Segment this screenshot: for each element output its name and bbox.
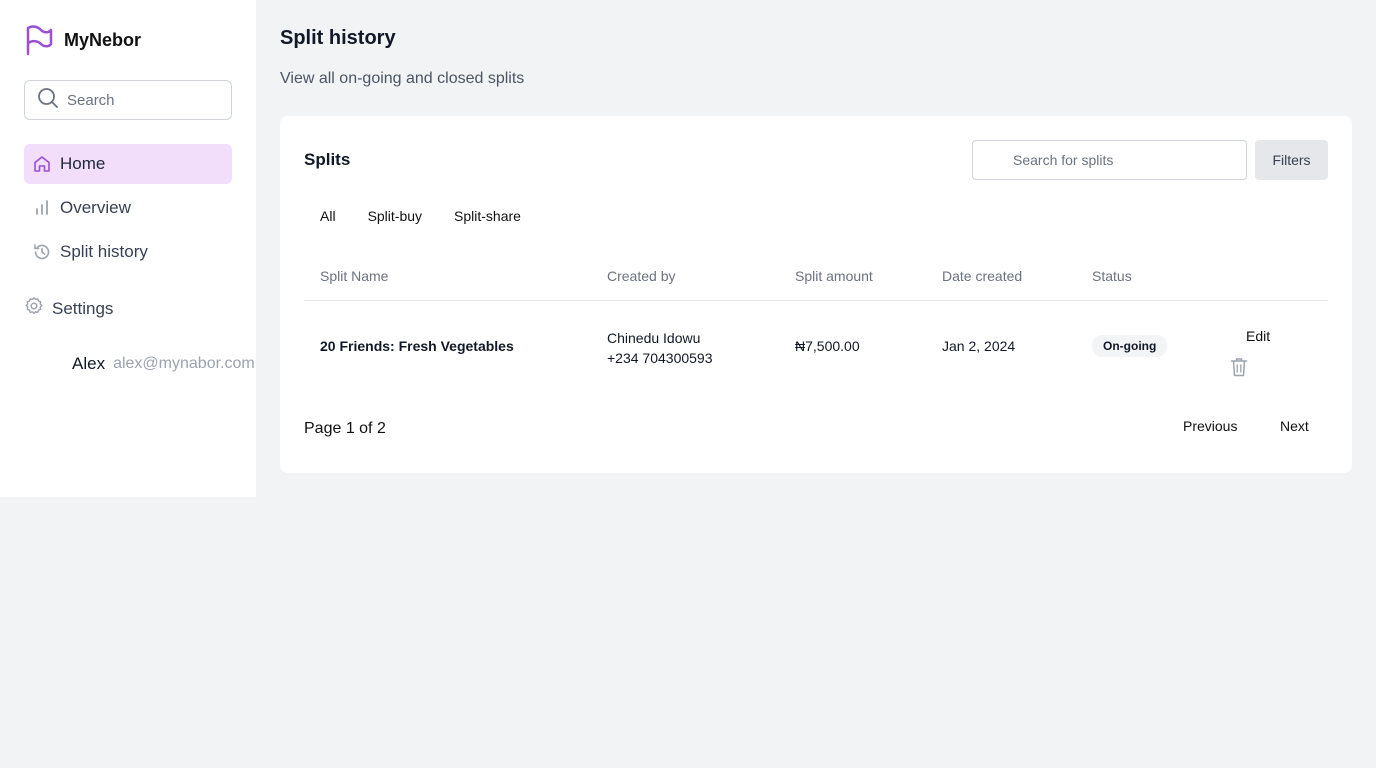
split-amount-cell: ₦7,500.00	[795, 338, 860, 354]
tab-all[interactable]: All	[304, 205, 352, 227]
gear-icon	[24, 296, 44, 321]
sidebar: MyNebor Home	[0, 0, 256, 497]
split-type-tabs: All Split-buy Split-share	[304, 205, 537, 227]
card-title: Splits	[304, 150, 351, 169]
table-header: Split Name Created by Split amount Date …	[304, 266, 1328, 301]
previous-page-button[interactable]: Previous	[1183, 418, 1237, 434]
column-header-split-amount[interactable]: Split amount	[795, 268, 873, 284]
created-by-cell: Chinedu Idowu +234 704300593	[607, 328, 713, 368]
creator-name: Chinedu Idowu	[607, 330, 701, 346]
sidebar-item-home[interactable]: Home	[24, 144, 232, 184]
pagination-status: Page 1 of 2	[304, 420, 386, 437]
sidebar-item-settings[interactable]: Settings	[24, 296, 113, 321]
next-page-button[interactable]: Next	[1280, 418, 1309, 434]
status-badge: On-going	[1092, 335, 1168, 357]
column-header-created-by[interactable]: Created by	[607, 268, 675, 284]
home-icon	[32, 154, 52, 174]
split-name-cell: 20 Friends: Fresh Vegetables	[320, 338, 514, 354]
filters-button[interactable]: Filters	[1255, 140, 1328, 180]
page-subtitle: View all on-going and closed splits	[280, 70, 525, 87]
splits-search[interactable]	[972, 140, 1247, 180]
trash-icon[interactable]	[1230, 357, 1248, 382]
search-icon	[37, 87, 59, 114]
sidebar-search[interactable]	[24, 80, 232, 120]
splits-search-input[interactable]	[1013, 152, 1233, 168]
splits-card: Splits Filters All Split-buy Split-share…	[280, 116, 1352, 473]
sidebar-item-split-history[interactable]: Split history	[24, 232, 232, 272]
sidebar-item-overview[interactable]: Overview	[24, 188, 232, 228]
edit-button[interactable]: Edit	[1246, 328, 1270, 344]
brand-name: MyNebor	[64, 29, 142, 50]
bar-chart-icon	[32, 198, 52, 218]
sidebar-item-label: Overview	[60, 198, 131, 217]
sidebar-nav: Home Overview Split history	[24, 144, 232, 276]
table-row[interactable]: 20 Friends: Fresh Vegetables Chinedu Ido…	[304, 301, 1328, 393]
user-email: alex@mynabor.com	[113, 355, 255, 372]
user-name: Alex	[72, 354, 106, 373]
column-header-date-created[interactable]: Date created	[942, 268, 1022, 284]
date-created-cell: Jan 2, 2024	[942, 338, 1016, 354]
creator-phone: +234 704300593	[607, 350, 713, 366]
sidebar-item-label: Home	[60, 154, 106, 173]
tab-split-buy[interactable]: Split-buy	[352, 205, 438, 227]
settings-label: Settings	[52, 298, 114, 318]
tab-split-share[interactable]: Split-share	[438, 205, 537, 227]
page-title: Split history	[280, 27, 396, 49]
user-profile[interactable]: Alex alex@mynabor.com	[72, 354, 255, 374]
brand[interactable]: MyNebor	[24, 24, 141, 56]
history-icon	[32, 242, 52, 262]
column-header-split-name[interactable]: Split Name	[320, 268, 388, 284]
column-header-status[interactable]: Status	[1092, 268, 1132, 284]
flag-logo-icon	[24, 24, 54, 56]
sidebar-item-label: Split history	[60, 242, 148, 261]
sidebar-search-input[interactable]	[67, 91, 217, 109]
